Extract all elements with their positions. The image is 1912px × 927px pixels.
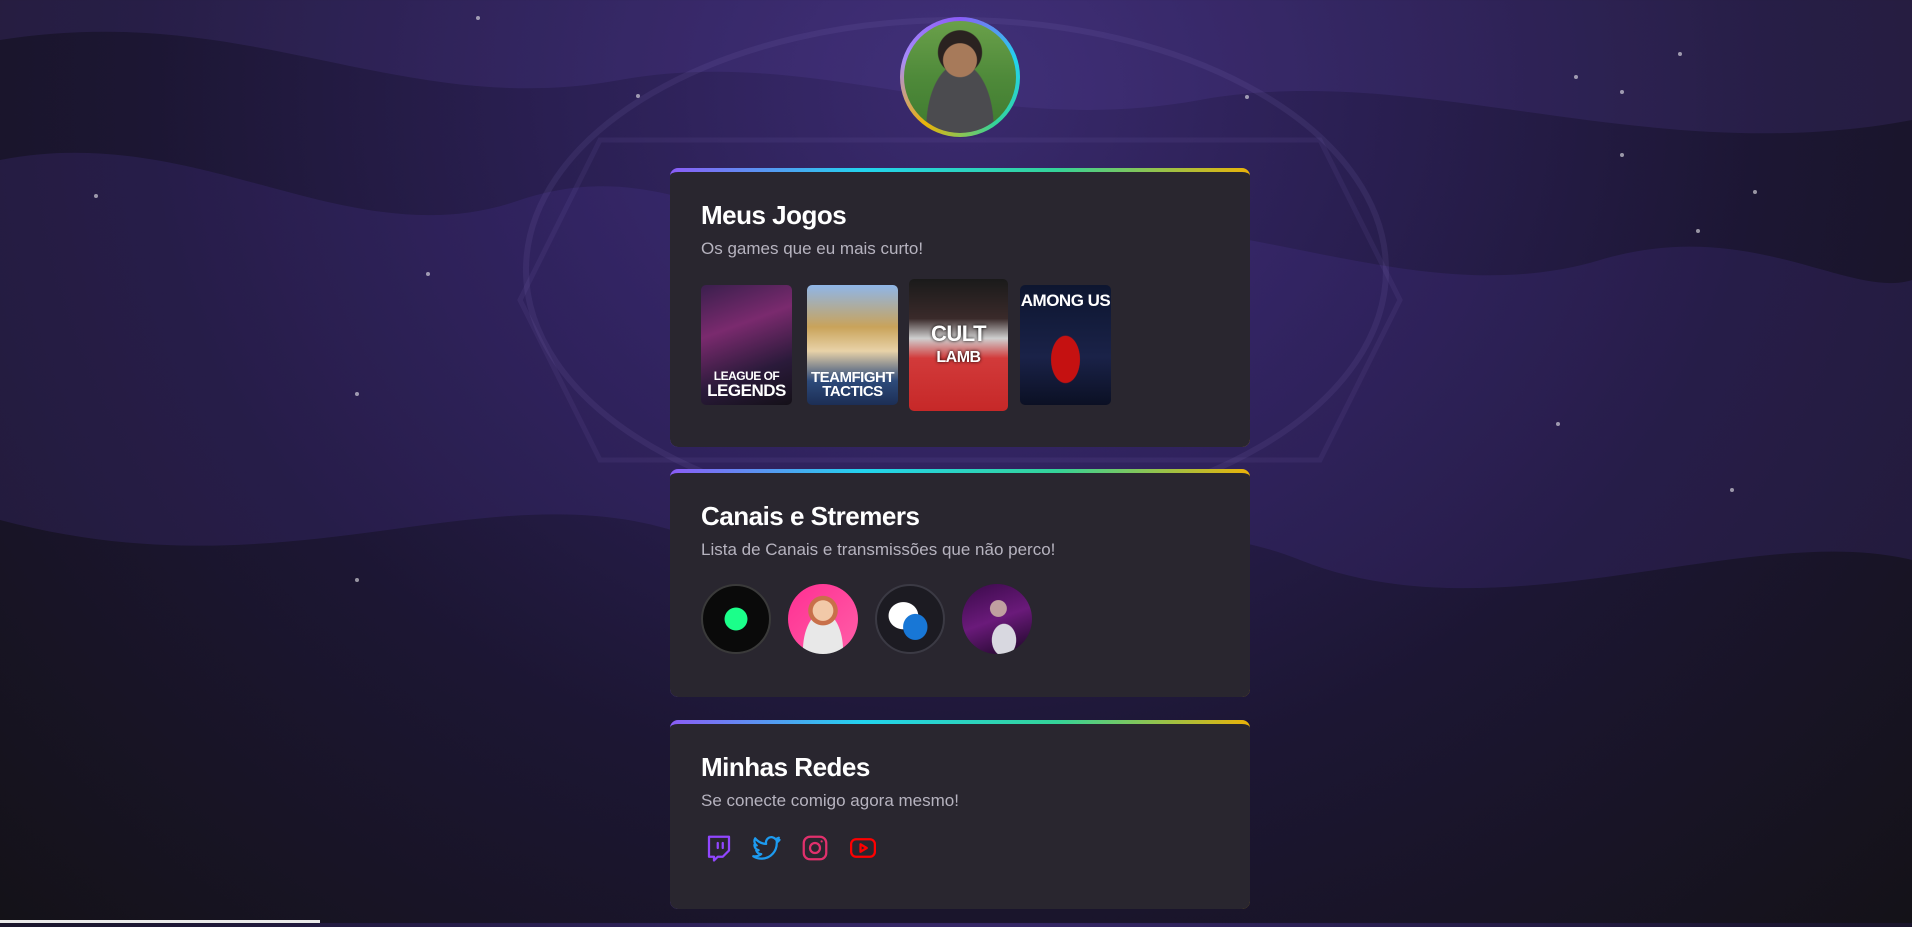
profile-avatar	[900, 17, 1020, 137]
game-cult-line2: LAMB	[936, 349, 981, 366]
channel-dj-streamer[interactable]	[962, 584, 1032, 654]
channels-card-subtitle: Lista de Canais e transmissões que não p…	[701, 540, 1056, 559]
game-among-us[interactable]: AMONG US	[1020, 285, 1111, 405]
socials-list	[701, 833, 1219, 863]
socials-card-title: Minhas Redes	[701, 752, 870, 782]
channels-card-title: Canais e Stremers	[701, 501, 920, 531]
socials-card: Minhas Redes Se conecte comigo agora mes…	[670, 720, 1250, 909]
twitter-icon[interactable]	[752, 833, 782, 863]
game-tft-line2: TACTICS	[822, 382, 883, 400]
channel-green-logo[interactable]	[701, 584, 771, 654]
games-card: Meus Jogos Os games que eu mais curto! L…	[670, 168, 1250, 447]
game-teamfight-tactics[interactable]: TEAMFIGHT TACTICS	[807, 285, 898, 405]
channel-anime-streamer[interactable]	[788, 584, 858, 654]
game-league-of-legends[interactable]: LEAGUE OF LEGENDS	[701, 285, 792, 405]
games-card-subtitle: Os games que eu mais curto!	[701, 239, 924, 258]
game-lol-line2: LEGENDS	[707, 380, 786, 400]
socials-card-subtitle: Se conecte comigo agora mesmo!	[701, 791, 959, 810]
channels-list	[701, 584, 1219, 654]
game-amongus-title: AMONG US	[1020, 291, 1111, 310]
game-cult-of-the-lamb[interactable]: CULT LAMB	[909, 279, 1008, 411]
games-list: LEAGUE OF LEGENDS TEAMFIGHT TACTICS CULT L…	[701, 279, 1219, 429]
twitch-icon[interactable]	[704, 833, 734, 863]
profile-photo	[904, 21, 1016, 133]
instagram-icon[interactable]	[800, 833, 830, 863]
channels-card: Canais e Stremers Lista de Canais e tran…	[670, 469, 1250, 697]
youtube-icon[interactable]	[848, 833, 878, 863]
game-cult-line1: CULT	[930, 321, 987, 347]
channel-wing-logo[interactable]	[875, 584, 945, 654]
games-card-title: Meus Jogos	[701, 200, 847, 230]
